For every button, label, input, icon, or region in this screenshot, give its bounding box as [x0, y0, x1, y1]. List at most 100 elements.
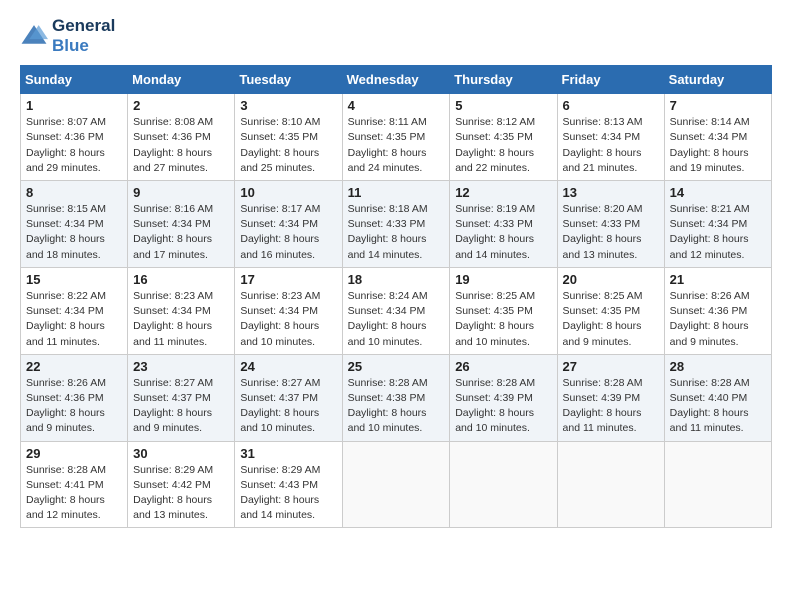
day-cell: 15 Sunrise: 8:22 AMSunset: 4:34 PMDayligh… — [21, 267, 128, 354]
day-detail: Sunrise: 8:13 AMSunset: 4:34 PMDaylight:… — [563, 116, 643, 174]
day-detail: Sunrise: 8:12 AMSunset: 4:35 PMDaylight:… — [455, 116, 535, 174]
day-number: 23 — [133, 359, 229, 374]
day-detail: Sunrise: 8:07 AMSunset: 4:36 PMDaylight:… — [26, 116, 106, 174]
day-number: 9 — [133, 185, 229, 200]
day-cell: 18 Sunrise: 8:24 AMSunset: 4:34 PMDayligh… — [342, 267, 450, 354]
day-detail: Sunrise: 8:10 AMSunset: 4:35 PMDaylight:… — [240, 116, 320, 174]
day-detail: Sunrise: 8:23 AMSunset: 4:34 PMDaylight:… — [240, 290, 320, 348]
day-detail: Sunrise: 8:28 AMSunset: 4:41 PMDaylight:… — [26, 464, 106, 522]
day-cell: 17 Sunrise: 8:23 AMSunset: 4:34 PMDayligh… — [235, 267, 342, 354]
week-row-1: 1 Sunrise: 8:07 AMSunset: 4:36 PMDaylight… — [21, 94, 772, 181]
day-number: 20 — [563, 272, 659, 287]
day-cell: 21Sunrise: 8:26 AMSunset: 4:36 PMDayligh… — [664, 267, 771, 354]
day-number: 18 — [348, 272, 445, 287]
day-number: 26 — [455, 359, 551, 374]
day-cell: 14Sunrise: 8:21 AMSunset: 4:34 PMDayligh… — [664, 180, 771, 267]
logo-text: General Blue — [52, 16, 115, 55]
header-friday: Friday — [557, 66, 664, 94]
day-detail: Sunrise: 8:23 AMSunset: 4:34 PMDaylight:… — [133, 290, 213, 348]
day-number: 1 — [26, 98, 122, 113]
day-detail: Sunrise: 8:14 AMSunset: 4:34 PMDaylight:… — [670, 116, 750, 174]
day-cell — [664, 441, 771, 528]
week-row-3: 15 Sunrise: 8:22 AMSunset: 4:34 PMDayligh… — [21, 267, 772, 354]
day-detail: Sunrise: 8:29 AMSunset: 4:42 PMDaylight:… — [133, 464, 213, 522]
header-wednesday: Wednesday — [342, 66, 450, 94]
day-detail: Sunrise: 8:25 AMSunset: 4:35 PMDaylight:… — [455, 290, 535, 348]
day-detail: Sunrise: 8:29 AMSunset: 4:43 PMDaylight:… — [240, 464, 320, 522]
logo: General Blue — [20, 16, 115, 55]
day-cell: 30 Sunrise: 8:29 AMSunset: 4:42 PMDayligh… — [128, 441, 235, 528]
day-number: 10 — [240, 185, 336, 200]
day-detail: Sunrise: 8:17 AMSunset: 4:34 PMDaylight:… — [240, 203, 320, 261]
day-number: 28 — [670, 359, 766, 374]
day-number: 13 — [563, 185, 659, 200]
week-row-2: 8Sunrise: 8:15 AMSunset: 4:34 PMDaylight… — [21, 180, 772, 267]
day-cell: 2Sunrise: 8:08 AMSunset: 4:36 PMDaylight… — [128, 94, 235, 181]
day-detail: Sunrise: 8:28 AMSunset: 4:40 PMDaylight:… — [670, 377, 750, 435]
page-header: General Blue — [20, 16, 772, 55]
day-cell: 10 Sunrise: 8:17 AMSunset: 4:34 PMDayligh… — [235, 180, 342, 267]
day-number: 3 — [240, 98, 336, 113]
day-number: 24 — [240, 359, 336, 374]
day-number: 15 — [26, 272, 122, 287]
day-detail: Sunrise: 8:28 AMSunset: 4:38 PMDaylight:… — [348, 377, 428, 435]
day-cell: 20 Sunrise: 8:25 AMSunset: 4:35 PMDayligh… — [557, 267, 664, 354]
day-number: 12 — [455, 185, 551, 200]
day-cell: 13 Sunrise: 8:20 AMSunset: 4:33 PMDayligh… — [557, 180, 664, 267]
header-tuesday: Tuesday — [235, 66, 342, 94]
day-detail: Sunrise: 8:19 AMSunset: 4:33 PMDaylight:… — [455, 203, 535, 261]
day-detail: Sunrise: 8:28 AMSunset: 4:39 PMDaylight:… — [563, 377, 643, 435]
day-number: 6 — [563, 98, 659, 113]
calendar-header-row: SundayMondayTuesdayWednesdayThursdayFrid… — [21, 66, 772, 94]
day-cell: 12 Sunrise: 8:19 AMSunset: 4:33 PMDayligh… — [450, 180, 557, 267]
day-number: 14 — [670, 185, 766, 200]
day-cell: 25 Sunrise: 8:28 AMSunset: 4:38 PMDayligh… — [342, 354, 450, 441]
day-cell: 6 Sunrise: 8:13 AMSunset: 4:34 PMDaylight… — [557, 94, 664, 181]
day-number: 31 — [240, 446, 336, 461]
day-cell: 22Sunrise: 8:26 AMSunset: 4:36 PMDayligh… — [21, 354, 128, 441]
day-cell: 31 Sunrise: 8:29 AMSunset: 4:43 PMDayligh… — [235, 441, 342, 528]
day-number: 30 — [133, 446, 229, 461]
day-cell — [342, 441, 450, 528]
week-row-5: 29 Sunrise: 8:28 AMSunset: 4:41 PMDayligh… — [21, 441, 772, 528]
day-detail: Sunrise: 8:26 AMSunset: 4:36 PMDaylight:… — [670, 290, 750, 348]
day-detail: Sunrise: 8:18 AMSunset: 4:33 PMDaylight:… — [348, 203, 428, 261]
header-thursday: Thursday — [450, 66, 557, 94]
day-number: 17 — [240, 272, 336, 287]
day-cell: 26 Sunrise: 8:28 AMSunset: 4:39 PMDayligh… — [450, 354, 557, 441]
day-cell: 4 Sunrise: 8:11 AMSunset: 4:35 PMDaylight… — [342, 94, 450, 181]
day-number: 5 — [455, 98, 551, 113]
logo-icon — [20, 22, 48, 50]
header-sunday: Sunday — [21, 66, 128, 94]
week-row-4: 22Sunrise: 8:26 AMSunset: 4:36 PMDayligh… — [21, 354, 772, 441]
day-number: 25 — [348, 359, 445, 374]
day-cell: 24 Sunrise: 8:27 AMSunset: 4:37 PMDayligh… — [235, 354, 342, 441]
day-cell: 9Sunrise: 8:16 AMSunset: 4:34 PMDaylight… — [128, 180, 235, 267]
day-cell: 29 Sunrise: 8:28 AMSunset: 4:41 PMDayligh… — [21, 441, 128, 528]
day-number: 29 — [26, 446, 122, 461]
day-number: 2 — [133, 98, 229, 113]
day-number: 27 — [563, 359, 659, 374]
day-number: 7 — [670, 98, 766, 113]
day-detail: Sunrise: 8:22 AMSunset: 4:34 PMDaylight:… — [26, 290, 106, 348]
header-monday: Monday — [128, 66, 235, 94]
day-cell: 1 Sunrise: 8:07 AMSunset: 4:36 PMDaylight… — [21, 94, 128, 181]
day-cell: 27 Sunrise: 8:28 AMSunset: 4:39 PMDayligh… — [557, 354, 664, 441]
day-cell — [450, 441, 557, 528]
day-detail: Sunrise: 8:20 AMSunset: 4:33 PMDaylight:… — [563, 203, 643, 261]
day-cell: 3 Sunrise: 8:10 AMSunset: 4:35 PMDaylight… — [235, 94, 342, 181]
day-cell — [557, 441, 664, 528]
day-cell: 11Sunrise: 8:18 AMSunset: 4:33 PMDayligh… — [342, 180, 450, 267]
day-detail: Sunrise: 8:25 AMSunset: 4:35 PMDaylight:… — [563, 290, 643, 348]
day-cell: 16Sunrise: 8:23 AMSunset: 4:34 PMDayligh… — [128, 267, 235, 354]
day-detail: Sunrise: 8:27 AMSunset: 4:37 PMDaylight:… — [240, 377, 320, 435]
day-number: 4 — [348, 98, 445, 113]
day-detail: Sunrise: 8:11 AMSunset: 4:35 PMDaylight:… — [348, 116, 427, 174]
day-detail: Sunrise: 8:15 AMSunset: 4:34 PMDaylight:… — [26, 203, 106, 261]
day-cell: 8Sunrise: 8:15 AMSunset: 4:34 PMDaylight… — [21, 180, 128, 267]
day-cell: 23 Sunrise: 8:27 AMSunset: 4:37 PMDayligh… — [128, 354, 235, 441]
day-detail: Sunrise: 8:28 AMSunset: 4:39 PMDaylight:… — [455, 377, 535, 435]
day-detail: Sunrise: 8:24 AMSunset: 4:34 PMDaylight:… — [348, 290, 428, 348]
day-detail: Sunrise: 8:27 AMSunset: 4:37 PMDaylight:… — [133, 377, 213, 435]
day-cell: 5 Sunrise: 8:12 AMSunset: 4:35 PMDaylight… — [450, 94, 557, 181]
